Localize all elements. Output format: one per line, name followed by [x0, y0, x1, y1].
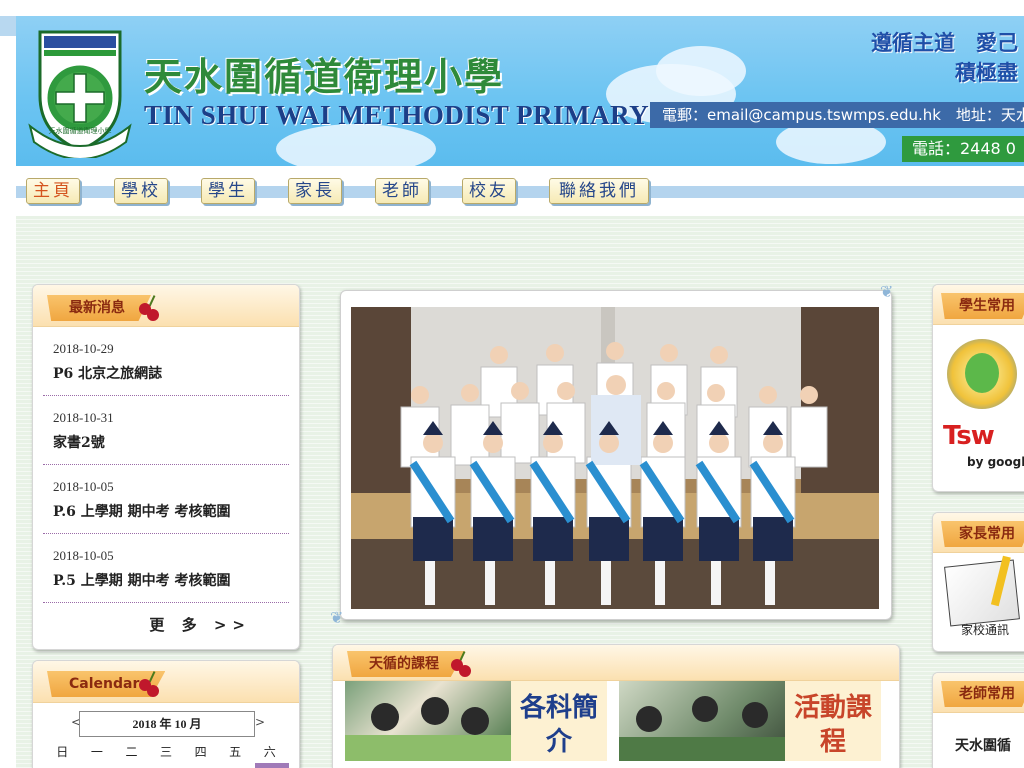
weekday-label: 二 [125, 745, 138, 759]
news-panel-title: 最新消息 [47, 295, 151, 321]
nav-item-school[interactable]: 學校 [114, 178, 168, 204]
google-site-sub: by googl [967, 455, 1024, 469]
school-crest-logo[interactable] [26, 26, 134, 158]
student-links-title: 學生常用 [941, 293, 1024, 319]
cherry-icon [147, 309, 159, 321]
student-links-panel: 學生常用 Tsw by googl [932, 284, 1024, 492]
news-title-link[interactable]: P.5 上學期 期中考 考核範圍 [53, 570, 279, 590]
news-item[interactable]: 2018-10-31 家書2號 [43, 396, 289, 465]
eclass-junior-icon[interactable] [947, 339, 1017, 409]
news-title-link[interactable]: P6 北京之旅網誌 [53, 363, 279, 383]
butterfly-icon: ❦ [330, 608, 344, 627]
cherry-icon [147, 685, 159, 697]
course-photo-image [619, 696, 785, 761]
news-item[interactable]: 2018-10-29 P6 北京之旅網誌 [43, 327, 289, 396]
course-label: 活動課程 [785, 681, 881, 761]
course-label: 各科簡介 [511, 681, 607, 761]
weekday-label: 三 [160, 745, 173, 759]
calendar-panel-header: Calendar [33, 661, 299, 703]
cherry-icon [459, 665, 471, 677]
nav-item-parents[interactable]: 家長 [288, 178, 342, 204]
weekday-label: 一 [90, 745, 103, 759]
group-photo-image [351, 307, 879, 609]
course-photo [345, 681, 511, 761]
left-edge-strip [0, 16, 16, 36]
weekday-label: 五 [229, 745, 242, 759]
weekday-label: 四 [194, 745, 207, 759]
weekday-label: 六 [263, 745, 276, 759]
pencil-icon [990, 555, 1011, 607]
news-title-link[interactable]: 家書2號 [53, 432, 279, 452]
weekday-label: 日 [56, 745, 69, 759]
dino-mascot-icon [965, 353, 999, 393]
nav-item-contact-us[interactable]: 聯絡我們 [549, 178, 649, 204]
calendar-next-button[interactable]: > [255, 715, 265, 729]
motto-line-2: 積極盡 [955, 61, 1018, 85]
calendar-nav: < 2018 年 10 月 > [33, 711, 299, 739]
teacher-links-header: 老師常用 [933, 673, 1024, 713]
news-item[interactable]: 2018-10-05 P.5 上學期 期中考 考核範圍 [43, 534, 289, 603]
nav-item-home[interactable]: 主頁 [26, 178, 80, 204]
school-name-chinese: 天水圍循道衛理小學 [144, 55, 505, 99]
news-more-link[interactable]: 更 多 >> [149, 614, 251, 635]
news-date: 2018-10-29 [53, 341, 114, 356]
header-banner: 天水圍循道衛理小學 天水圍循道衛理小學 TIN SHUI WAI METHODI… [16, 16, 1024, 166]
calendar-month-select[interactable]: 2018 年 10 月 [79, 711, 255, 737]
nav-item-teachers[interactable]: 老師 [375, 178, 429, 204]
motto-line-1: 遵循主道 愛己 [871, 31, 1018, 55]
google-site-link[interactable]: Tsw [943, 421, 995, 451]
news-panel-header: 最新消息 [33, 285, 299, 327]
course-photo [619, 681, 785, 761]
calendar-weekday-header: 日 一 二 三 四 五 六 [45, 743, 287, 760]
calendar-highlight-cell[interactable] [255, 763, 289, 768]
news-date: 2018-10-05 [53, 479, 114, 494]
news-title-link[interactable]: P.6 上學期 期中考 考核範圍 [53, 501, 279, 521]
contact-phone-bar: 電話：2448 0 [902, 136, 1024, 162]
featured-photo-frame [340, 290, 892, 620]
nav-item-alumni[interactable]: 校友 [462, 178, 516, 204]
news-panel: 最新消息 2018-10-29 P6 北京之旅網誌 2018-10-31 家書2… [32, 284, 300, 650]
course-tile-subjects[interactable]: 各科簡介 [345, 681, 607, 761]
teacher-links-title: 老師常用 [941, 681, 1024, 707]
school-motto: 遵循主道 愛己 積極盡 [871, 28, 1018, 88]
nav-item-students[interactable]: 學生 [201, 178, 255, 204]
courses-panel-title: 天循的課程 [347, 651, 465, 677]
teacher-links-panel: 老師常用 天水圍循 [932, 672, 1024, 768]
featured-photo[interactable] [351, 307, 879, 609]
courses-panel: 天循的課程 各科簡介 活動課程 [332, 644, 900, 768]
contact-email-bar: 電郵：email@campus.tswmps.edu.hk 地址：天水 [650, 102, 1024, 128]
course-photo-image [345, 697, 511, 761]
main-nav: 主頁 學校 學生 家長 老師 校友 聯絡我們 [16, 176, 1024, 206]
teacher-site-link[interactable]: 天水圍循 [955, 735, 1011, 755]
calendar-panel: Calendar < 2018 年 10 月 > 日 一 二 三 四 五 六 [32, 660, 300, 768]
student-links-header: 學生常用 [933, 285, 1024, 325]
crest-ribbon-text: 天水圍循道衛理小學 [48, 127, 112, 135]
newsletter-icon[interactable] [944, 555, 1020, 627]
courses-panel-header: 天循的課程 [333, 645, 899, 681]
news-date: 2018-10-05 [53, 548, 114, 563]
news-item[interactable]: 2018-10-05 P.6 上學期 期中考 考核範圍 [43, 465, 289, 534]
butterfly-icon: ❦ [880, 282, 894, 301]
parent-links-panel: 家長常用 家校通訊 [932, 512, 1024, 652]
news-date: 2018-10-31 [53, 410, 114, 425]
parent-links-header: 家長常用 [933, 513, 1024, 553]
course-tile-activities[interactable]: 活動課程 [619, 681, 881, 761]
parent-links-title: 家長常用 [941, 521, 1024, 547]
newsletter-link[interactable]: 家校通訊 [961, 621, 1009, 638]
cloud-decoration [656, 46, 746, 96]
